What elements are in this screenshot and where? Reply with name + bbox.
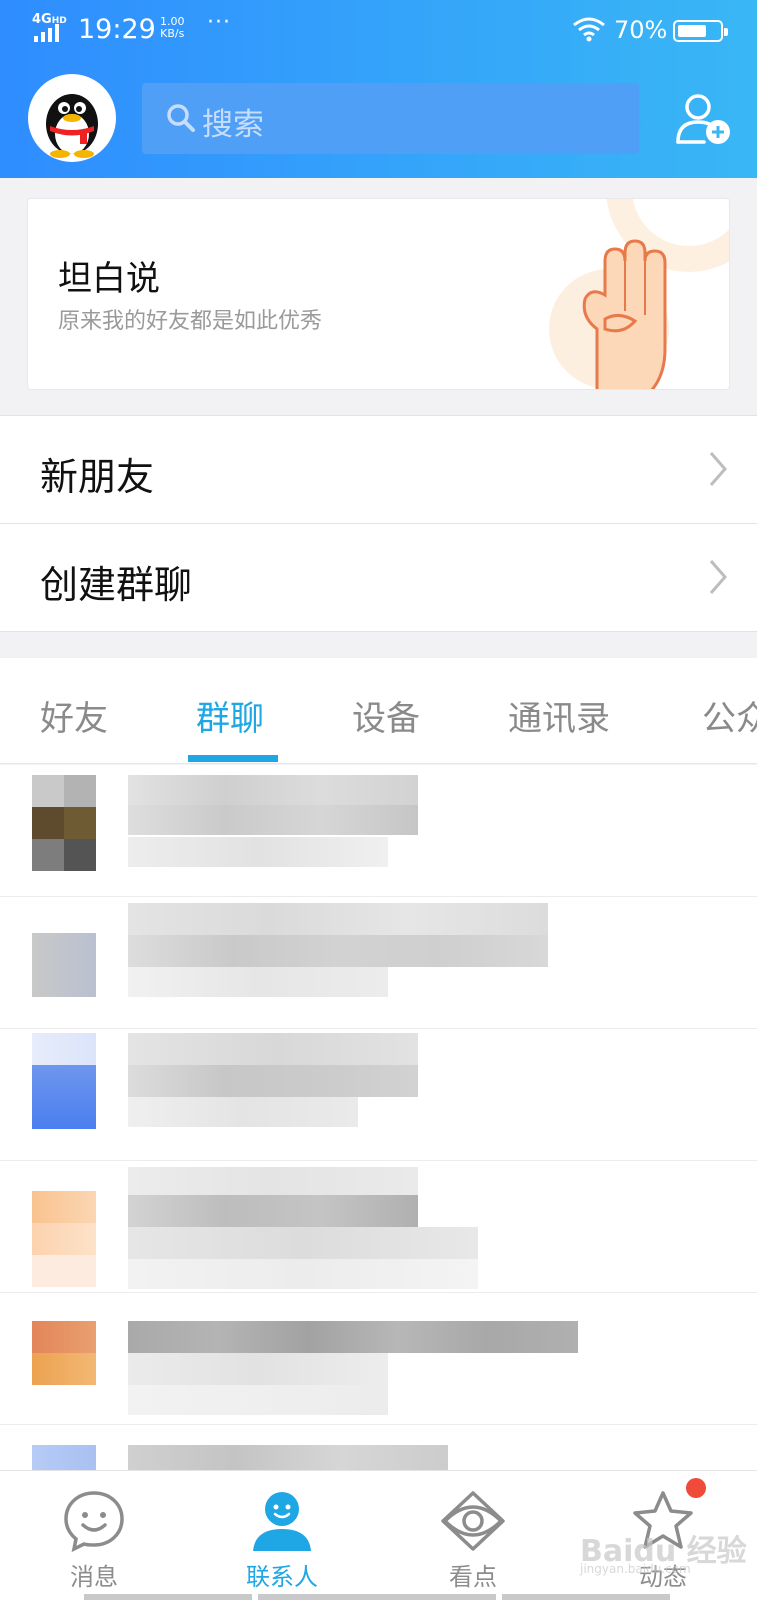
network-speed: 1.00 KB/s xyxy=(160,15,185,40)
group-list xyxy=(0,765,757,1475)
avatar xyxy=(32,775,64,807)
app-root: 4GHD 19:29 1.00 KB/s ··· 70% 搜索 坦白说 原来我的… xyxy=(0,0,757,1600)
create-group-label: 创建群聊 xyxy=(40,563,193,607)
search-icon xyxy=(167,104,195,132)
tab-address-book[interactable]: 通讯录 xyxy=(508,691,610,740)
battery-percent: 70% xyxy=(614,16,668,44)
avatar xyxy=(32,1033,96,1065)
contact-tabs: 好友 群聊 设备 通讯录 公众号 xyxy=(0,658,757,764)
network-type: 4GHD xyxy=(32,12,67,27)
banner-subtitle: 原来我的好友都是如此优秀 xyxy=(58,309,323,334)
tab-groups[interactable]: 群聊 xyxy=(196,691,264,740)
tab-public-accounts[interactable]: 公众号 xyxy=(702,691,757,740)
nav-messages-label: 消息 xyxy=(70,1563,118,1591)
three-fingers-hand-icon xyxy=(549,199,729,389)
chevron-right-icon xyxy=(709,452,727,486)
home-indicator xyxy=(84,1594,252,1600)
tab-friends[interactable]: 好友 xyxy=(40,691,108,740)
list-item[interactable] xyxy=(0,1029,757,1161)
search-bar[interactable]: 搜索 xyxy=(142,83,639,154)
banner-title: 坦白说 xyxy=(58,259,160,299)
nav-contacts-label: 联系人 xyxy=(246,1563,318,1591)
list-item[interactable] xyxy=(0,897,757,1029)
smile-chat-icon xyxy=(64,1491,124,1553)
watermark-url: jingyan.baidu.com xyxy=(580,1562,691,1576)
avatar xyxy=(32,933,96,997)
eye-icon xyxy=(441,1491,505,1551)
new-friends-row[interactable]: 新朋友 xyxy=(0,416,757,523)
chevron-right-icon xyxy=(709,560,727,594)
wifi-icon xyxy=(573,17,605,42)
create-group-row[interactable]: 创建群聊 xyxy=(0,524,757,631)
nav-contacts[interactable]: 联系人 xyxy=(202,1471,362,1600)
nav-discover-label: 看点 xyxy=(449,1563,497,1591)
more-notifications-icon: ··· xyxy=(207,10,231,35)
nav-discover[interactable]: 看点 xyxy=(393,1471,553,1600)
notification-badge xyxy=(686,1478,706,1498)
battery-icon xyxy=(673,20,728,42)
avatar xyxy=(32,1321,96,1353)
tanbaishuo-banner[interactable]: 坦白说 原来我的好友都是如此优秀 xyxy=(27,198,730,390)
add-contact-icon[interactable] xyxy=(674,90,734,148)
list-item[interactable] xyxy=(0,765,757,897)
clock: 19:29 xyxy=(78,14,156,45)
new-friends-label: 新朋友 xyxy=(40,455,155,499)
nav-messages[interactable]: 消息 xyxy=(14,1471,174,1600)
person-icon xyxy=(253,1492,311,1551)
active-tab-indicator xyxy=(188,755,278,762)
user-avatar[interactable] xyxy=(28,74,116,162)
battery-level xyxy=(678,25,706,37)
search-placeholder: 搜索 xyxy=(202,107,264,143)
list-item[interactable] xyxy=(0,1293,757,1425)
qq-penguin-icon xyxy=(46,94,98,158)
avatar xyxy=(32,1191,96,1223)
list-item[interactable] xyxy=(0,1161,757,1293)
status-bar: 4GHD 19:29 1.00 KB/s ··· 70% xyxy=(0,0,757,58)
list-item[interactable] xyxy=(0,1425,757,1475)
top-header: 4GHD 19:29 1.00 KB/s ··· 70% 搜索 xyxy=(0,0,757,178)
tab-devices[interactable]: 设备 xyxy=(352,691,420,740)
